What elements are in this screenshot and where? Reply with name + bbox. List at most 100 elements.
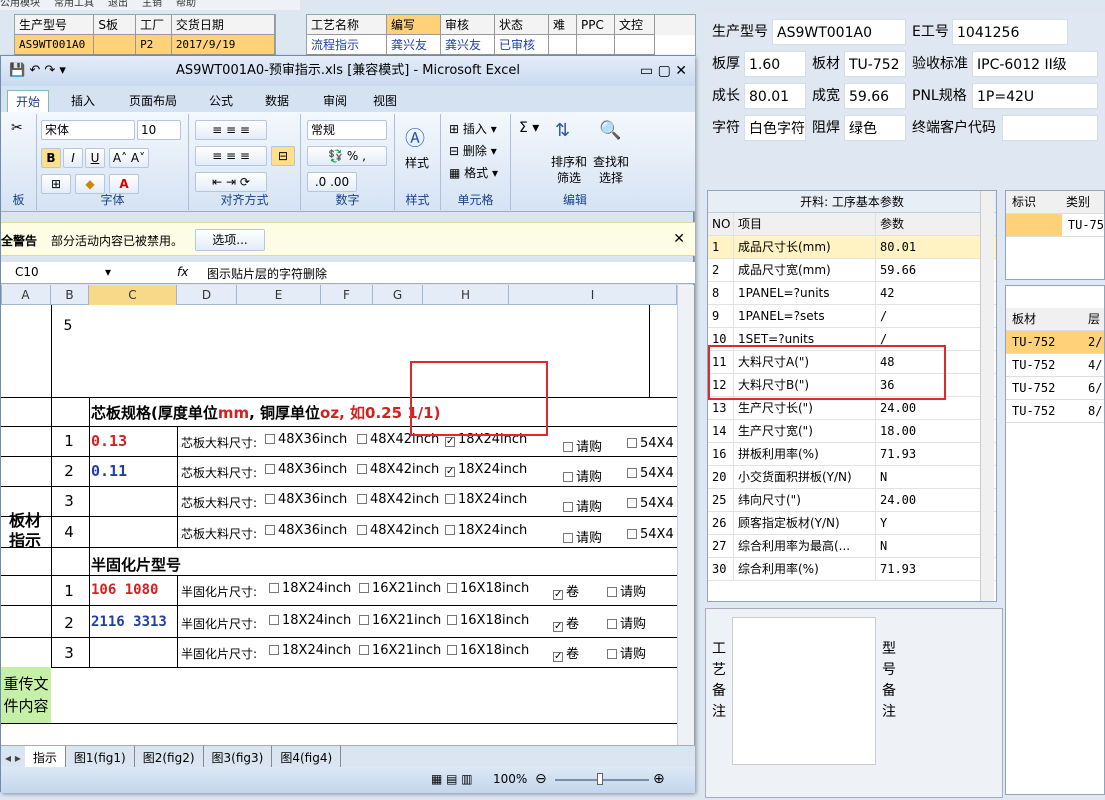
window-controls[interactable]: ▭ ▢ ✕: [640, 56, 687, 86]
checkbox-icon[interactable]: [265, 525, 275, 535]
standard-field[interactable]: IPC-6012 II级: [972, 51, 1098, 77]
sheet-tab[interactable]: 图4(fig4): [272, 746, 342, 767]
param-cell[interactable]: 1: [708, 236, 734, 258]
table-cell[interactable]: 已审核: [495, 35, 549, 55]
checkbox-icon[interactable]: [607, 619, 617, 629]
table-cell[interactable]: 6/: [1088, 377, 1102, 399]
param-cell[interactable]: 24.00: [876, 489, 980, 511]
column-header-A[interactable]: A: [1, 285, 51, 305]
checkbox-icon[interactable]: [359, 615, 369, 625]
prepreg-size-checkbox[interactable]: ✓ 卷: [553, 643, 579, 662]
mask-field[interactable]: 绿色: [844, 115, 906, 141]
process-note-box[interactable]: [732, 617, 876, 765]
format-cells-button[interactable]: ▦ 格式 ▾: [449, 164, 498, 181]
checkbox-icon[interactable]: [357, 434, 367, 444]
param-cell[interactable]: 纬向尺寸("): [734, 489, 876, 511]
table-cell[interactable]: [94, 35, 137, 55]
table-cell[interactable]: TU-752: [1006, 377, 1088, 399]
param-cell[interactable]: 综合利用率为最高(...: [734, 535, 876, 557]
column-header-I[interactable]: I: [509, 285, 677, 305]
core-size-checkbox[interactable]: 48X42inch: [357, 462, 439, 477]
security-options-button[interactable]: 选项...: [195, 229, 265, 251]
param-cell[interactable]: 成品尺寸长(mm): [734, 236, 876, 258]
col-header[interactable]: 工艺名称: [307, 15, 387, 35]
checkbox-icon[interactable]: [359, 583, 369, 593]
col-header[interactable]: NO: [708, 213, 734, 235]
width-field[interactable]: 59.66: [844, 83, 906, 109]
param-cell[interactable]: 24.00: [876, 397, 980, 419]
checkbox-icon[interactable]: [445, 494, 455, 504]
chevron-down-icon[interactable]: ▾: [105, 265, 111, 279]
core-size-checkbox[interactable]: 48X36inch: [265, 432, 347, 447]
table-cell[interactable]: [549, 35, 577, 55]
param-row[interactable]: 16 拼板利用率(%) 71.93: [708, 443, 996, 466]
column-header-C[interactable]: C: [89, 285, 177, 305]
checkbox-icon[interactable]: [359, 645, 369, 655]
horizontal-align-buttons[interactable]: ≡ ≡ ≡: [195, 146, 267, 166]
sort-filter-icon[interactable]: ⇅: [555, 120, 570, 141]
decimal-buttons[interactable]: .0 .00: [307, 172, 357, 192]
function-icon[interactable]: fx: [177, 265, 188, 279]
zoom-in-icon[interactable]: ⊕: [653, 771, 665, 787]
checkbox-icon[interactable]: [627, 468, 637, 478]
vertical-scrollbar[interactable]: [677, 285, 694, 745]
tab-4[interactable]: 数据: [257, 90, 297, 112]
core-size-checkbox[interactable]: 54X4: [627, 436, 674, 451]
underline-button[interactable]: U: [85, 148, 105, 168]
checkbox-icon[interactable]: [265, 434, 275, 444]
table-row[interactable]: TU-752 8/: [1006, 400, 1104, 423]
menu-item[interactable]: 公用模块: [0, 0, 40, 9]
table-row[interactable]: TU-752 6/: [1006, 377, 1104, 400]
core-size-checkbox[interactable]: 54X4: [627, 466, 674, 481]
e-number-field[interactable]: 1041256: [952, 19, 1068, 45]
table-cell[interactable]: P2: [136, 35, 172, 55]
param-cell[interactable]: 18.00: [876, 420, 980, 442]
checkbox-icon[interactable]: ✓: [445, 467, 455, 477]
col-header[interactable]: 状态: [495, 15, 549, 35]
menu-item[interactable]: 常用工具: [54, 0, 94, 9]
merge-button[interactable]: ⊟: [271, 146, 295, 166]
indent-buttons[interactable]: ⇤ ⇥ ⟳: [195, 172, 267, 192]
param-cell[interactable]: 71.93: [876, 443, 980, 465]
table-cell[interactable]: [615, 35, 655, 55]
col-header[interactable]: 文控: [615, 15, 655, 35]
param-cell[interactable]: 80.01: [876, 236, 980, 258]
param-cell[interactable]: 71.93: [876, 558, 980, 580]
col-header[interactable]: 难: [549, 15, 577, 35]
param-cell[interactable]: 生产尺寸宽("): [734, 420, 876, 442]
checkbox-icon[interactable]: [269, 645, 279, 655]
param-row[interactable]: 14 生产尺寸宽(") 18.00: [708, 420, 996, 443]
prepreg-type-cell[interactable]: 2116 3313: [91, 614, 167, 630]
param-cell[interactable]: 59.66: [876, 259, 980, 281]
column-header-H[interactable]: H: [423, 285, 509, 305]
param-row[interactable]: 8 1PANEL=?units 42: [708, 282, 996, 305]
italic-button[interactable]: I: [63, 148, 83, 168]
prod-model-field[interactable]: AS9WT001A0: [772, 19, 906, 45]
col-header[interactable]: 生产型号: [15, 15, 95, 35]
core-size-checkbox[interactable]: 48X36inch: [265, 523, 347, 538]
name-box[interactable]: C10: [15, 265, 115, 279]
core-size-checkbox[interactable]: 18X24inch: [445, 492, 527, 507]
prepreg-size-checkbox[interactable]: 16X21inch: [359, 581, 441, 596]
checkbox-icon[interactable]: [607, 587, 617, 597]
checkbox-icon[interactable]: [563, 502, 573, 512]
table-cell[interactable]: TU-752: [1006, 400, 1088, 422]
col-header[interactable]: 类别: [1066, 191, 1090, 213]
col-header[interactable]: 编写: [387, 15, 441, 35]
table-cell[interactable]: 龚兴友: [441, 35, 495, 55]
param-cell[interactable]: 30: [708, 558, 734, 580]
table-cell[interactable]: 龚兴友: [387, 35, 441, 55]
menu-item[interactable]: 退出: [108, 0, 128, 9]
core-size-checkbox[interactable]: 请购: [563, 527, 602, 546]
param-row[interactable]: 1 成品尺寸长(mm) 80.01: [708, 236, 996, 259]
number-style-buttons[interactable]: 💱 % ,: [307, 146, 387, 166]
table-cell[interactable]: 8/: [1088, 400, 1102, 422]
param-cell[interactable]: 综合利用率(%): [734, 558, 876, 580]
quick-access-toolbar[interactable]: 💾 ↶ ↷ ▾: [9, 56, 66, 86]
font-size-grow-button[interactable]: A˄ A˅: [109, 148, 149, 168]
col-header[interactable]: 工厂: [136, 15, 172, 35]
table-cell[interactable]: [577, 35, 615, 55]
prepreg-size-checkbox[interactable]: 18X24inch: [269, 613, 351, 628]
checkbox-icon[interactable]: [357, 494, 367, 504]
core-size-checkbox[interactable]: 请购: [563, 466, 602, 485]
